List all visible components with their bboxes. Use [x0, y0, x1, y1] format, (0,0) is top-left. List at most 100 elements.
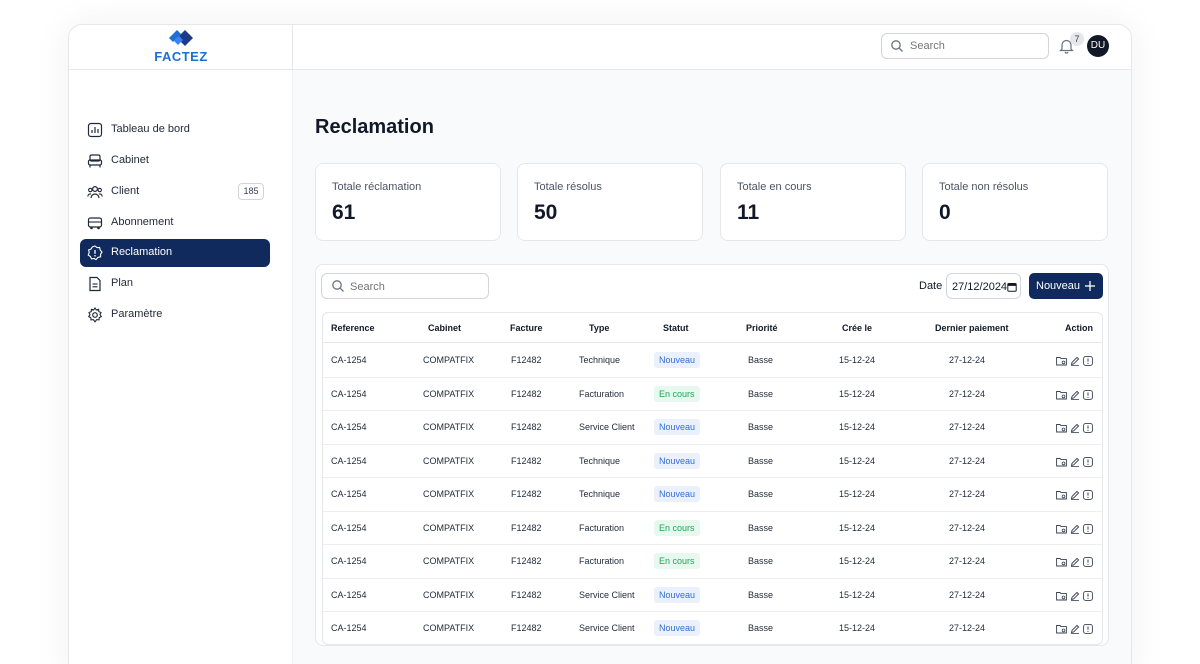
table-cell: Basse	[748, 589, 774, 600]
edit-icon[interactable]	[1070, 521, 1080, 539]
folder-icon[interactable]	[1056, 487, 1067, 505]
table-header: Reference Cabinet Facture Type Statut Pr…	[323, 313, 1102, 343]
folder-icon[interactable]	[1056, 621, 1067, 639]
search-icon	[891, 40, 903, 52]
folder-icon[interactable]	[1056, 554, 1067, 572]
column-header[interactable]: Type	[589, 323, 609, 333]
column-header[interactable]: Priorité	[746, 323, 778, 333]
stat-label: Totale en cours	[737, 181, 812, 193]
table-row[interactable]: CA-1254 COMPATFIX F12482 Service Client Nouv…	[323, 612, 1102, 644]
sidebar-item-label: Client	[111, 185, 140, 197]
table-row[interactable]: CA-1254 COMPATFIX F12482 Facturation En cour…	[323, 512, 1102, 545]
sidebar-item-reclamation[interactable]: Reclamation	[80, 239, 270, 267]
reclamation-table: Reference Cabinet Facture Type Statut Pr…	[322, 312, 1103, 645]
column-header: Action	[1065, 323, 1093, 333]
status-badge: Nouveau	[654, 486, 701, 502]
date-label: Date	[919, 280, 943, 292]
column-header[interactable]: Statut	[663, 323, 689, 333]
edit-icon[interactable]	[1070, 387, 1080, 405]
header-search-input[interactable]	[910, 38, 1040, 54]
table-cell: F12482	[511, 589, 542, 600]
stat-value: 61	[332, 201, 356, 224]
sidebar-item-plan[interactable]: Plan	[80, 270, 270, 298]
edit-icon[interactable]	[1070, 420, 1080, 438]
table-row[interactable]: CA-1254 COMPATFIX F12482 Facturation En cour…	[323, 545, 1102, 579]
info-icon[interactable]	[1083, 554, 1093, 572]
info-icon[interactable]	[1083, 454, 1093, 472]
column-header[interactable]: Reference	[331, 323, 375, 333]
table-cell: 15-12-24	[839, 355, 876, 365]
table-row[interactable]: CA-1254 COMPATFIX F12482 Technique Nouveau Ba…	[323, 478, 1102, 512]
sidebar-item-tableau-de-bord[interactable]: Tableau de bord	[80, 116, 270, 144]
folder-icon[interactable]	[1056, 353, 1067, 371]
avatar[interactable]: DU	[1087, 35, 1109, 57]
logo-mark-icon	[169, 30, 193, 46]
info-icon[interactable]	[1083, 387, 1093, 405]
stat-card-unresolved: Totale non résolus 0	[922, 163, 1108, 241]
info-icon[interactable]	[1083, 353, 1093, 371]
info-icon[interactable]	[1083, 521, 1093, 539]
stat-label: Totale résolus	[534, 181, 602, 193]
gear-icon	[87, 307, 103, 323]
table-row[interactable]: CA-1254 COMPATFIX F12482 Service Client Nouv…	[323, 411, 1102, 445]
sidebar-item-client[interactable]: Client 185	[80, 178, 270, 206]
stat-label: Totale réclamation	[332, 181, 422, 193]
column-header[interactable]: Facture	[510, 323, 543, 333]
folder-icon[interactable]	[1056, 387, 1067, 405]
status-badge: Nouveau	[654, 352, 701, 368]
info-icon[interactable]	[1083, 487, 1093, 505]
table-cell: CA-1254	[331, 388, 367, 399]
edit-icon[interactable]	[1070, 554, 1080, 572]
table-cell: COMPATFIX	[423, 522, 475, 533]
info-icon[interactable]	[1083, 588, 1093, 606]
folder-icon[interactable]	[1056, 454, 1067, 472]
logo[interactable]: FACTEZ	[69, 25, 293, 70]
table-row[interactable]: CA-1254 COMPATFIX F12482 Technique Nouveau Ba…	[323, 344, 1102, 378]
column-header[interactable]: Dernier paiement	[935, 323, 1009, 333]
edit-icon[interactable]	[1070, 487, 1080, 505]
table-cell: 27-12-24	[949, 522, 986, 533]
table-cell: 15-12-24	[839, 589, 876, 600]
column-header[interactable]: Crée le	[842, 323, 872, 333]
new-reclamation-button[interactable]: Nouveau	[1029, 273, 1103, 299]
table-cell: Service Client	[579, 589, 635, 600]
table-cell: Facturation	[579, 388, 625, 399]
edit-icon[interactable]	[1070, 353, 1080, 371]
row-actions	[1056, 487, 1096, 501]
table-search[interactable]	[321, 273, 489, 299]
calendar-icon[interactable]	[1007, 282, 1017, 292]
folder-icon[interactable]	[1056, 521, 1067, 539]
table-cell: Basse	[748, 623, 774, 633]
reclamation-table-panel: Date 27/12/2024 Nouveau Reference Cabin	[315, 264, 1109, 646]
table-row[interactable]: CA-1254 COMPATFIX F12482 Service Client Nouv…	[323, 579, 1102, 612]
table-row[interactable]: CA-1254 COMPATFIX F12482 Technique Nouveau Ba…	[323, 445, 1102, 478]
edit-icon[interactable]	[1070, 454, 1080, 472]
folder-icon[interactable]	[1056, 420, 1067, 438]
plus-icon	[1085, 281, 1095, 291]
column-header[interactable]: Cabinet	[428, 323, 461, 333]
table-cell: Basse	[748, 422, 774, 432]
folder-icon[interactable]	[1056, 588, 1067, 606]
table-cell: COMPATFIX	[423, 455, 475, 466]
table-search-input[interactable]	[350, 279, 480, 295]
header-search[interactable]	[881, 33, 1049, 59]
sidebar-item-parametre[interactable]: Paramètre	[80, 301, 270, 329]
table-cell: 15-12-24	[839, 489, 876, 499]
edit-icon[interactable]	[1070, 621, 1080, 639]
table-cell: F12482	[511, 388, 542, 399]
date-picker[interactable]: 27/12/2024	[946, 273, 1021, 299]
row-actions	[1056, 353, 1096, 367]
edit-icon[interactable]	[1070, 588, 1080, 606]
info-icon[interactable]	[1083, 621, 1093, 639]
status-badge: En cours	[654, 553, 700, 569]
info-icon[interactable]	[1083, 420, 1093, 438]
table-cell: Service Client	[579, 422, 635, 432]
table-cell: Basse	[748, 455, 774, 466]
sidebar-item-abonnement[interactable]: Abonnement	[80, 209, 270, 237]
table-row[interactable]: CA-1254 COMPATFIX F12482 Facturation En cour…	[323, 378, 1102, 411]
row-actions	[1056, 554, 1096, 568]
logo-text: FACTEZ	[154, 49, 208, 64]
sidebar-item-cabinet[interactable]: Cabinet	[80, 147, 270, 175]
sidebar-item-label: Abonnement	[111, 216, 174, 228]
stat-value: 0	[939, 201, 951, 224]
